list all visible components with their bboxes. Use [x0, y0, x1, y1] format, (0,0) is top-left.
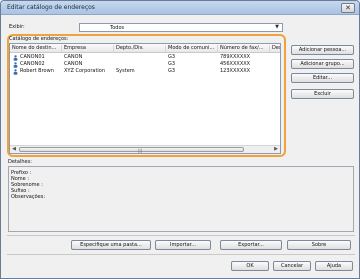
scrollbar-thumb[interactable]: ||| — [19, 147, 244, 153]
chevron-down-icon[interactable]: ▼ — [272, 24, 282, 31]
cell-name: CANON02 — [20, 61, 45, 67]
window-title: Editar catálogo de endereços — [7, 4, 95, 11]
import-button[interactable]: Importar... — [155, 240, 211, 250]
delete-button[interactable]: Excluir — [291, 89, 354, 99]
cell-fax: 789XXXXXX — [220, 54, 251, 60]
details-panel: Prefixo : Nome : Sobrenome : Sufixo : Ob… — [8, 166, 354, 232]
cell-mode: G3 — [168, 61, 176, 67]
filter-dropdown[interactable]: Todos ▼ — [79, 23, 283, 32]
close-button[interactable]: ✕ — [341, 3, 355, 13]
column-header-mode[interactable]: Modo de comuni... — [166, 45, 218, 53]
close-icon: ✕ — [345, 4, 351, 12]
column-header-description[interactable]: Des — [270, 45, 280, 53]
cell-name: CANON01 — [20, 54, 45, 60]
divider — [7, 254, 355, 255]
person-icon — [13, 69, 18, 75]
cell-fax: 456XXXXXX — [220, 61, 251, 67]
filter-label: Exibir: — [9, 24, 25, 30]
cell-company: CANON — [64, 61, 83, 67]
cell-name: Robert Brown — [20, 68, 54, 74]
detail-notes-label: Observações: — [11, 194, 46, 200]
table-row[interactable]: CANON01 CANON G3 789XXXXXX — [10, 54, 280, 61]
details-label: Detalhes: — [8, 159, 32, 165]
filter-selected-value: Todos — [110, 25, 125, 31]
cell-fax: 123XXXXXX — [220, 68, 251, 74]
specify-folder-button[interactable]: Especifique uma pasta... — [71, 240, 151, 250]
address-book-dialog: Editar catálogo de endereços ✕ Exibir: T… — [0, 0, 360, 279]
address-list[interactable]: Nome do destin... Empresa Depto./Div. Mo… — [9, 43, 281, 154]
column-header-name[interactable]: Nome do destin... — [10, 45, 62, 53]
add-group-button[interactable]: Adicionar grupo... — [291, 59, 354, 69]
list-header: Nome do destin... Empresa Depto./Div. Mo… — [10, 44, 280, 53]
about-button[interactable]: Sobre — [287, 240, 351, 250]
divider — [7, 235, 355, 236]
add-person-button[interactable]: Adicionar pessoa... — [291, 45, 354, 55]
scroll-right-icon[interactable]: ▶ — [272, 146, 280, 153]
horizontal-scrollbar[interactable]: ◀ ||| ▶ — [10, 145, 280, 153]
help-button[interactable]: Ajuda — [315, 261, 353, 271]
column-header-fax[interactable]: Número de fax/... — [218, 45, 270, 53]
export-button[interactable]: Exportar... — [220, 240, 282, 250]
column-header-department[interactable]: Depto./Div. — [114, 45, 166, 53]
cell-mode: G3 — [168, 68, 176, 74]
address-list-label: Catálogo de endereços: — [9, 36, 69, 42]
cell-department: System — [116, 68, 135, 74]
cancel-button[interactable]: Cancelar — [273, 261, 311, 271]
cell-company: XYZ Corporation — [64, 68, 106, 74]
ok-button[interactable]: OK — [231, 261, 269, 271]
table-row[interactable]: Robert Brown XYZ Corporation System G3 1… — [10, 68, 280, 75]
grip-icon: ||| — [138, 148, 143, 153]
column-header-company[interactable]: Empresa — [62, 45, 114, 53]
cell-mode: G3 — [168, 54, 176, 60]
cell-company: CANON — [64, 54, 83, 60]
edit-button[interactable]: Editar... — [291, 73, 354, 83]
table-row[interactable]: CANON02 CANON G3 456XXXXXX — [10, 61, 280, 68]
scroll-left-icon[interactable]: ◀ — [10, 146, 18, 153]
title-bar[interactable]: Editar catálogo de endereços ✕ — [1, 1, 359, 15]
